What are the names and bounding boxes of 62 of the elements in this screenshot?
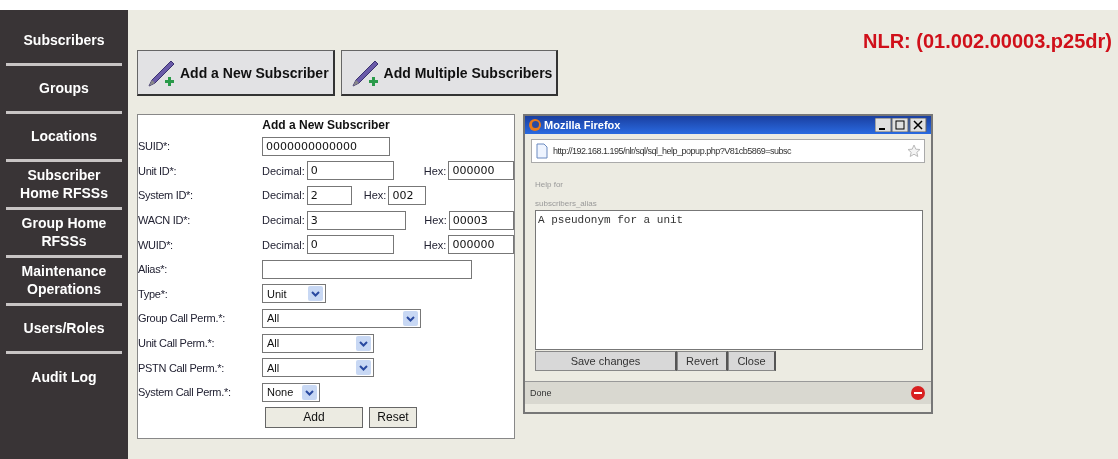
- dropdown[interactable]: None: [262, 382, 320, 402]
- field-label: System ID*:: [138, 189, 194, 202]
- field-label: Decimal:: [262, 189, 305, 202]
- input-field[interactable]: 0: [306, 161, 394, 181]
- field-label: Group Call Perm.*:: [138, 312, 226, 325]
- save-changes-button[interactable]: Save changes: [535, 351, 677, 371]
- field-label: Unit Call Perm.*:: [138, 337, 216, 350]
- revert-button[interactable]: Revert: [677, 351, 729, 371]
- field-label: WUID*:: [138, 238, 174, 251]
- field-label: Unit ID*:: [138, 164, 178, 177]
- help-label: Help for: [535, 180, 564, 189]
- input-field[interactable]: 000000: [448, 235, 514, 255]
- sidebar-item[interactable]: Groups: [6, 66, 122, 114]
- input-field[interactable]: 000000: [448, 161, 514, 181]
- address-bar[interactable]: http://192.168.1.195/nlr/sql/sql_help_popup.php?V81cb5869=subsc: [531, 139, 925, 163]
- page-title: NLR: (01.002.00003.p25dr): [863, 30, 1112, 53]
- sidebar-item[interactable]: Group Home RFSSs: [6, 210, 122, 258]
- field-label: Hex:: [423, 238, 447, 251]
- dropdown[interactable]: All: [262, 358, 374, 378]
- field-label: Hex:: [363, 189, 387, 202]
- field-label: System Call Perm.*:: [138, 386, 232, 399]
- toolbar-button[interactable]: Add a New Subscriber: [137, 50, 335, 96]
- status-text: Done: [530, 388, 552, 398]
- field-label: Type*:: [138, 287, 169, 300]
- field-label: WACN ID*:: [138, 214, 191, 227]
- field-label: SUID*:: [138, 140, 171, 153]
- help-key: subscribers_alias: [535, 199, 931, 208]
- add-button[interactable]: Add: [265, 406, 363, 428]
- text-area[interactable]: A pseudonym for a unit: [535, 210, 923, 350]
- toolbar-button[interactable]: Add Multiple Subscribers: [340, 50, 559, 96]
- field-label: Decimal:: [262, 164, 305, 177]
- sidebar-item[interactable]: Users/Roles: [6, 306, 122, 354]
- sidebar-item[interactable]: Subscribers: [6, 18, 122, 66]
- reset-button[interactable]: Reset: [369, 406, 417, 428]
- input-field[interactable]: [262, 259, 472, 279]
- input-field[interactable]: 002: [388, 186, 427, 205]
- field-label: Hex:: [424, 214, 447, 227]
- star-icon[interactable]: [907, 143, 921, 159]
- dropdown[interactable]: All: [262, 333, 374, 353]
- document-icon: [535, 143, 549, 159]
- stop-icon: [911, 386, 925, 400]
- sidebar-item[interactable]: Maintenance Operations: [6, 258, 122, 306]
- sidebar-item[interactable]: Audit Log: [6, 354, 122, 402]
- input-field[interactable]: 00003: [448, 210, 514, 230]
- sidebar-item[interactable]: Subscriber Home RFSSs: [6, 162, 122, 210]
- window-title: Mozilla Firefox: [544, 119, 621, 131]
- input-field[interactable]: 3: [306, 210, 407, 230]
- field-label: PSTN Call Perm.*:: [138, 361, 225, 374]
- sidebar-item[interactable]: Locations: [6, 114, 122, 162]
- window-controls-icon[interactable]: [875, 118, 927, 132]
- input-field[interactable]: 2: [306, 186, 352, 205]
- input-field[interactable]: 0: [306, 235, 394, 255]
- form-title: Add a New Subscriber: [261, 118, 391, 132]
- input-field[interactable]: 0000000000000: [262, 136, 390, 156]
- close-button[interactable]: Close: [728, 351, 776, 371]
- url-text: http://192.168.1.195/nlr/sql/sql_help_popup.php?V81cb5869=subsc: [553, 146, 792, 156]
- dropdown[interactable]: All: [262, 308, 421, 328]
- field-label: Hex:: [423, 164, 447, 177]
- field-label: Alias*:: [138, 263, 169, 276]
- field-label: Decimal:: [262, 214, 305, 227]
- field-label: Decimal:: [262, 238, 305, 251]
- dropdown[interactable]: Unit: [262, 284, 326, 304]
